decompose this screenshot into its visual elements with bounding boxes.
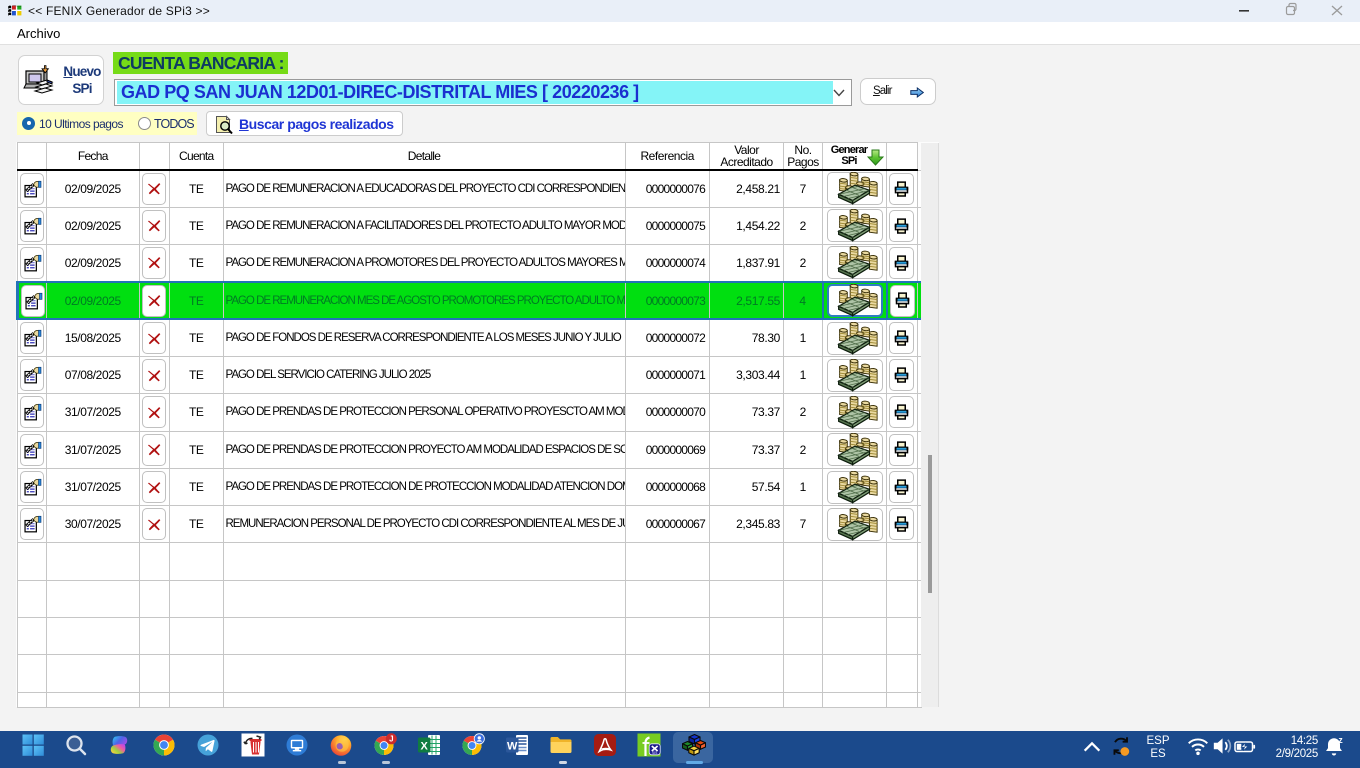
svg-text:J: J <box>389 735 393 744</box>
svg-text:z: z <box>1338 735 1343 745</box>
svg-text:W: W <box>507 741 518 753</box>
svg-text:X: X <box>421 741 429 753</box>
svg-text:sis: sis <box>652 750 658 755</box>
